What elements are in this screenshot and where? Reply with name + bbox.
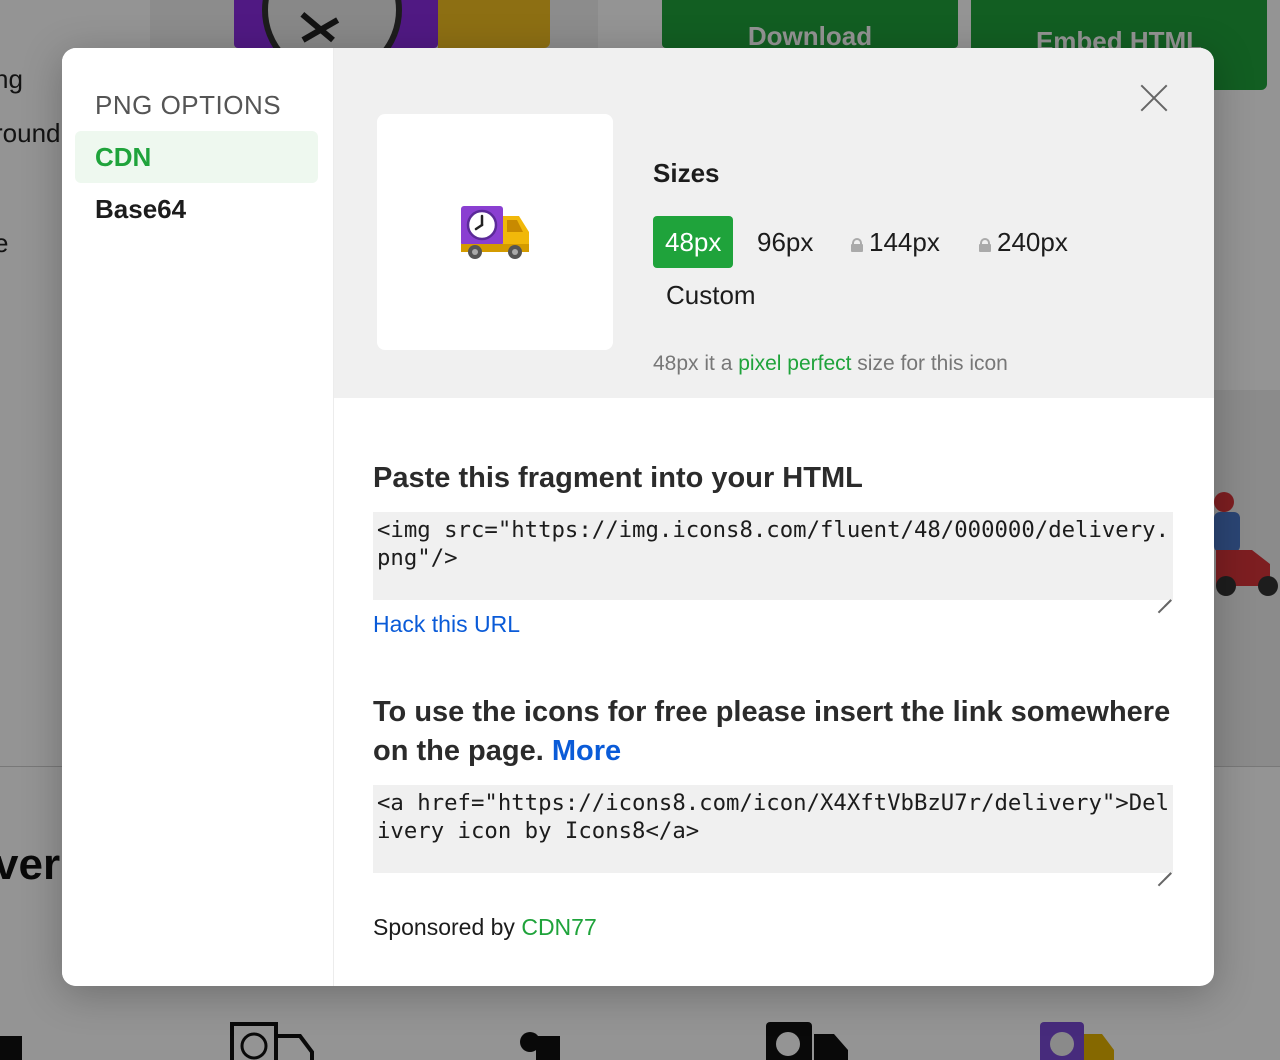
close-icon[interactable] xyxy=(1140,84,1168,112)
size-option-240[interactable]: 240px xyxy=(979,216,1068,268)
size-note: 48px it a pixel perfect size for this ic… xyxy=(653,352,1008,376)
attribution-text: To use the icons for free please insert … xyxy=(373,696,1171,767)
delivery-truck-icon xyxy=(461,206,529,259)
size-option-144[interactable]: 144px xyxy=(851,216,940,268)
size-note-prefix: 48px it a xyxy=(653,352,739,375)
lock-icon xyxy=(851,238,863,252)
attribution-heading: To use the icons for free please insert … xyxy=(373,693,1173,771)
fragment-code-field[interactable]: <img src="https://img.icons8.com/fluent/… xyxy=(373,512,1173,600)
sizes-title: Sizes xyxy=(653,158,720,188)
cdn77-link[interactable]: CDN77 xyxy=(521,914,596,940)
more-link[interactable]: More xyxy=(552,735,621,767)
sidebar-item-cdn[interactable]: CDN xyxy=(75,131,318,183)
sidebar-title: PNG OPTIONS xyxy=(95,90,282,120)
resize-handle-icon[interactable] xyxy=(1157,859,1171,873)
sponsor-prefix: Sponsored by xyxy=(373,914,522,940)
size-option-96[interactable]: 96px xyxy=(757,216,813,268)
size-option-label: 240px xyxy=(997,227,1068,257)
pixel-perfect-highlight: pixel perfect xyxy=(738,352,852,375)
modal-main: Sizes 48px 96px 144px 240px Custom 48px … xyxy=(334,48,1214,986)
resize-handle-icon[interactable] xyxy=(1157,586,1171,600)
hack-url-link[interactable]: Hack this URL xyxy=(373,611,520,638)
fragment-heading: Paste this fragment into your HTML xyxy=(373,462,863,494)
icon-preview xyxy=(377,114,613,350)
options-sidebar: PNG OPTIONS CDN Base64 xyxy=(62,48,334,986)
size-panel: Sizes 48px 96px 144px 240px Custom 48px … xyxy=(334,48,1214,398)
sponsor-line: Sponsored by CDN77 xyxy=(373,914,597,941)
sidebar-item-base64[interactable]: Base64 xyxy=(75,183,318,235)
attribution-code-field[interactable]: <a href="https://icons8.com/icon/X4XftVb… xyxy=(373,785,1173,873)
size-option-custom[interactable]: Custom xyxy=(666,269,756,321)
size-note-suffix: size for this icon xyxy=(851,352,1008,375)
size-option-48[interactable]: 48px xyxy=(653,216,734,268)
size-option-label: 144px xyxy=(869,227,940,257)
lock-icon xyxy=(979,238,991,252)
png-options-modal: PNG OPTIONS CDN Base64 Sizes 48px 96px 1… xyxy=(62,48,1214,986)
